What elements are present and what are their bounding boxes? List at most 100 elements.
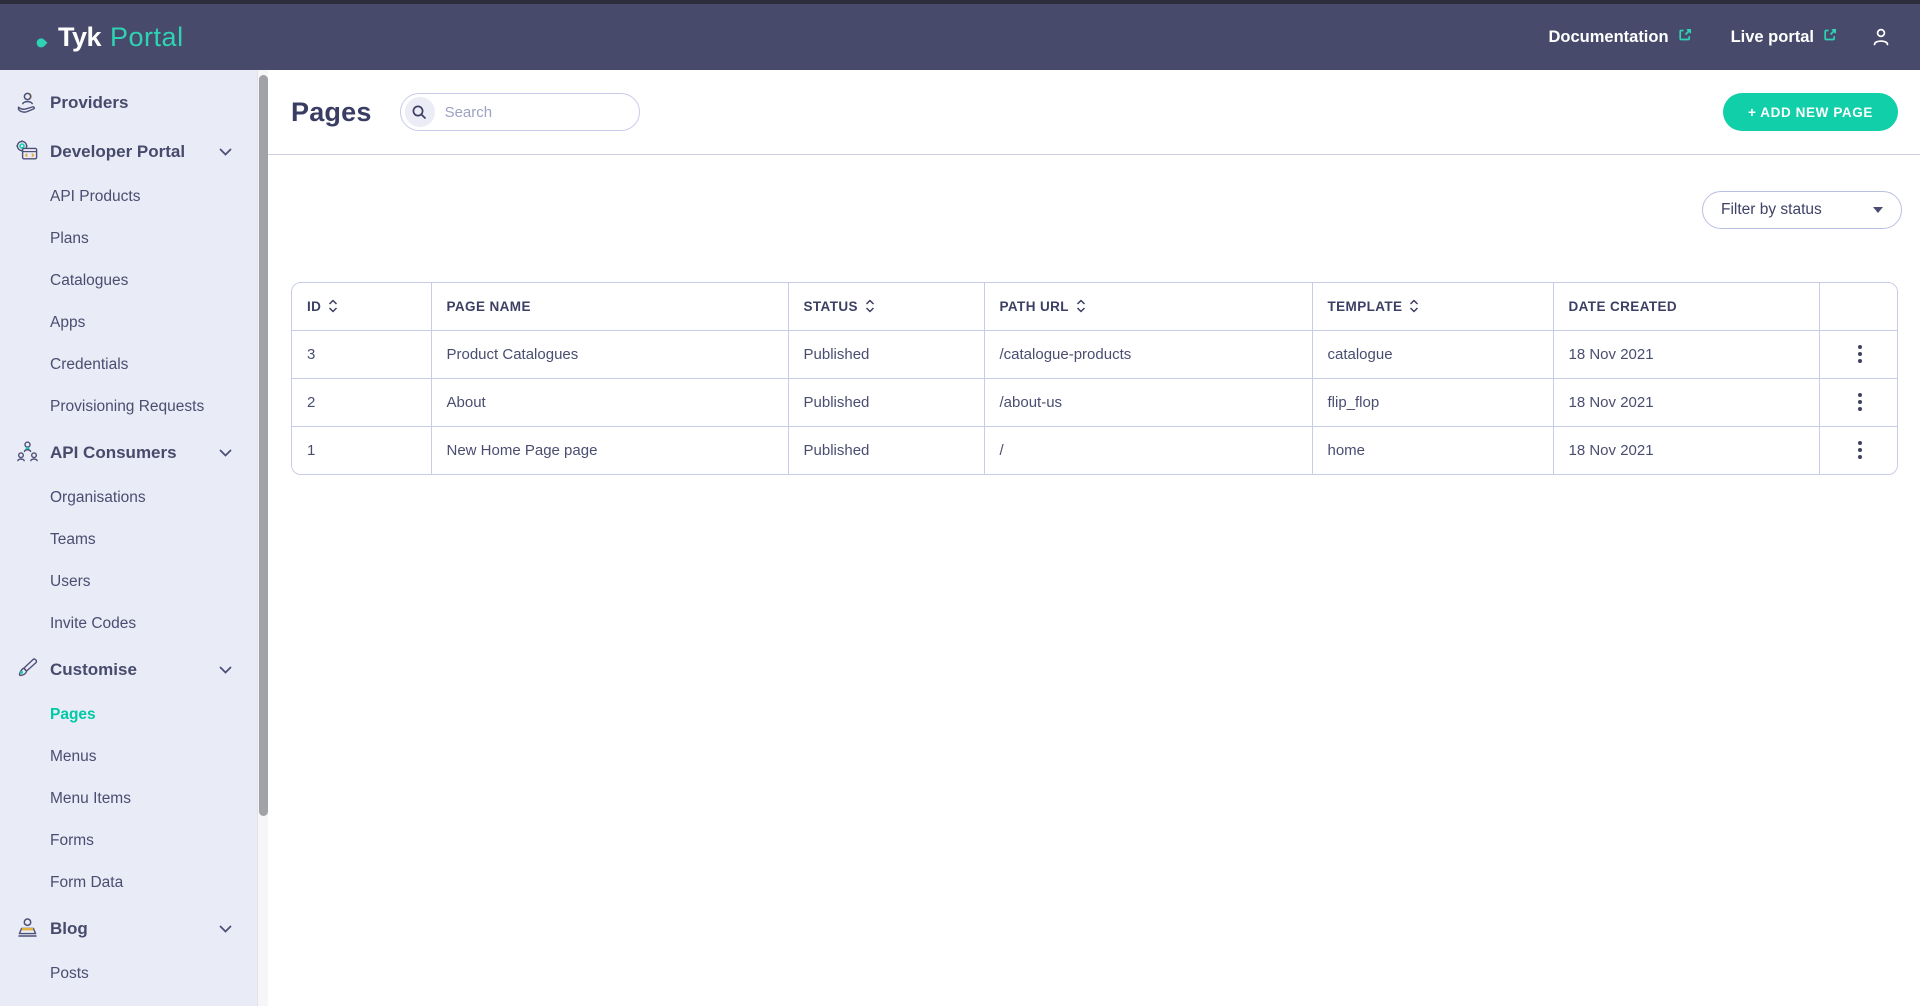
sidebar-item-menus[interactable]: Menus [0,736,268,778]
cell-status: Published [788,330,984,378]
column-header-template[interactable]: TEMPLATE [1312,283,1553,330]
sidebar-item-apps[interactable]: Apps [0,302,268,344]
cell-id: 2 [292,378,431,426]
sidebar-item-label: API Consumers [50,443,177,463]
column-header-path-url[interactable]: PATH URL [984,283,1312,330]
cell-id: 3 [292,330,431,378]
caret-down-icon [1873,207,1883,213]
sidebar-item-form-data[interactable]: Form Data [0,862,268,904]
column-header-id[interactable]: ID [292,283,431,330]
tyk-portal-logo[interactable]: Tyk Portal [38,22,184,53]
filter-row: Filter by status [268,155,1920,229]
sidebar-item-plans[interactable]: Plans [0,218,268,260]
column-header-date-created: DATE CREATED [1553,283,1819,330]
sidebar-item-label: Apps [50,314,85,332]
row-actions-kebab-icon[interactable] [1835,393,1898,411]
sort-icon [328,299,338,313]
sidebar-item-posts[interactable]: Posts [0,953,268,995]
cell-id: 1 [292,426,431,474]
row-actions-kebab-icon[interactable] [1835,345,1898,363]
cell-date-created: 18 Nov 2021 [1553,426,1819,474]
table-header-row: ID PAGE NAME STATUS [292,283,1897,330]
sidebar-item-label: Invite Codes [50,615,136,633]
sidebar-item-users[interactable]: Users [0,561,268,603]
logo-leaf-icon [38,33,49,51]
sidebar-item-label: Organisations [50,489,146,507]
cell-date-created: 18 Nov 2021 [1553,330,1819,378]
external-link-icon [1677,27,1693,48]
sidebar-item-label: Teams [50,531,96,549]
sidebar-item-label: Blog [50,919,88,939]
sidebar-scrollbar[interactable] [257,70,268,1006]
sidebar-item-label: Users [50,573,90,591]
sidebar-item-customise[interactable]: Customise [0,645,268,694]
sidebar-item-forms[interactable]: Forms [0,820,268,862]
column-label: STATUS [804,299,858,314]
live-portal-link[interactable]: Live portal [1731,27,1838,48]
sidebar-item-label: Customise [50,660,137,680]
providers-icon [12,89,42,116]
cell-page-name: New Home Page page [431,426,788,474]
logo-brand-text: Tyk [58,22,101,53]
cell-path-url: /about-us [984,378,1312,426]
sidebar: Providers Developer Portal API Products … [0,70,268,1006]
sidebar-item-api-products[interactable]: API Products [0,176,268,218]
sidebar-item-label: Form Data [50,874,123,892]
cell-template: flip_flop [1312,378,1553,426]
cell-page-name: About [431,378,788,426]
table-row: 2 About Published /about-us flip_flop 18… [292,378,1897,426]
sidebar-item-blog[interactable]: Blog [0,904,268,953]
page-header: Pages + ADD NEW PAGE [268,70,1920,155]
topbar: Tyk Portal Documentation Live portal [0,4,1920,70]
cell-template: catalogue [1312,330,1553,378]
sidebar-item-label: Provisioning Requests [50,398,204,416]
topbar-nav: Documentation Live portal [1548,26,1892,48]
chevron-down-icon [219,448,232,457]
table-row: 3 Product Catalogues Published /catalogu… [292,330,1897,378]
cell-page-name: Product Catalogues [431,330,788,378]
documentation-link[interactable]: Documentation [1548,27,1692,48]
sidebar-item-label: Providers [50,93,128,113]
api-consumers-icon [12,439,42,466]
page-title: Pages [291,97,372,128]
main-content: Pages + ADD NEW PAGE Filter by status [268,70,1920,1006]
sidebar-item-organisations[interactable]: Organisations [0,477,268,519]
user-account-icon[interactable] [1870,26,1892,48]
sidebar-item-provisioning-requests[interactable]: Provisioning Requests [0,386,268,428]
sidebar-item-credentials[interactable]: Credentials [0,344,268,386]
sidebar-item-api-consumers[interactable]: API Consumers [0,428,268,477]
column-header-status[interactable]: STATUS [788,283,984,330]
sidebar-scrollbar-thumb[interactable] [259,75,268,816]
customise-icon [12,656,42,683]
cell-path-url: /catalogue-products [984,330,1312,378]
column-header-actions [1819,283,1897,330]
sidebar-item-label: Menus [50,748,97,766]
sidebar-item-label: Pages [50,706,96,724]
sidebar-item-invite-codes[interactable]: Invite Codes [0,603,268,645]
sidebar-item-label: API Products [50,188,140,206]
sort-icon [1409,299,1419,313]
sidebar-item-developer-portal[interactable]: Developer Portal [0,127,268,176]
sidebar-item-label: Posts [50,965,89,983]
logo-product-text: Portal [110,22,184,53]
sidebar-item-providers[interactable]: Providers [0,78,268,127]
documentation-link-label: Documentation [1548,28,1668,47]
cell-status: Published [788,426,984,474]
filter-by-status-dropdown[interactable]: Filter by status [1702,191,1902,229]
sidebar-item-label: Plans [50,230,89,248]
sidebar-item-menu-items[interactable]: Menu Items [0,778,268,820]
sidebar-item-pages[interactable]: Pages [0,694,268,736]
live-portal-link-label: Live portal [1731,28,1814,47]
sidebar-item-catalogues[interactable]: Catalogues [0,260,268,302]
column-header-page-name: PAGE NAME [431,283,788,330]
cell-date-created: 18 Nov 2021 [1553,378,1819,426]
add-new-page-button[interactable]: + ADD NEW PAGE [1723,93,1898,131]
search-input[interactable] [435,104,615,121]
search-box [400,93,640,131]
sidebar-item-label: Credentials [50,356,128,374]
cell-template: home [1312,426,1553,474]
chevron-down-icon [219,147,232,156]
sidebar-item-label: Menu Items [50,790,131,808]
row-actions-kebab-icon[interactable] [1835,441,1898,459]
sidebar-item-teams[interactable]: Teams [0,519,268,561]
